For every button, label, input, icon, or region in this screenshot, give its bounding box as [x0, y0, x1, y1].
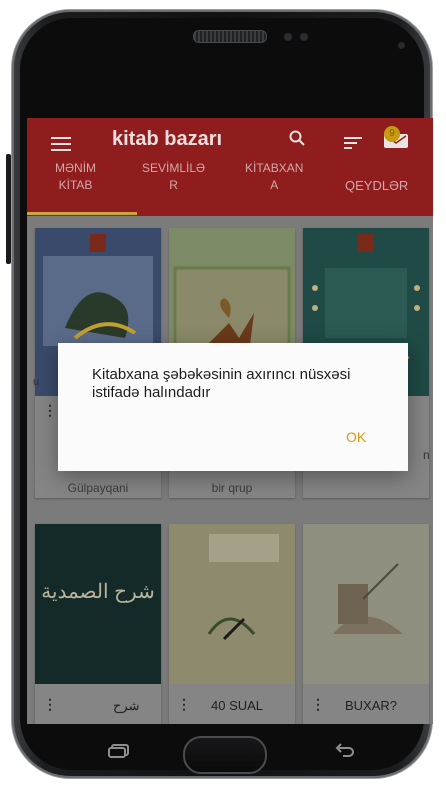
- sensor: [284, 33, 292, 41]
- book-caption: u: [33, 376, 40, 388]
- book-cover-title: شرح الصمدية: [41, 581, 155, 603]
- active-tab-indicator: [27, 212, 137, 215]
- dialog-message: Kitabxana şəbəkəsinin axırıncı nüsxəsi i…: [92, 366, 351, 401]
- tab-library[interactable]: KİTABXAN A: [245, 160, 303, 194]
- home-button[interactable]: [183, 736, 267, 774]
- more-icon[interactable]: ⋮: [311, 696, 325, 713]
- earpiece-speaker: [193, 30, 267, 43]
- more-icon[interactable]: ⋮: [43, 402, 57, 419]
- tab-label: QEYDLƏR: [345, 178, 409, 193]
- book-title: شرح: [113, 698, 140, 713]
- tab-label: KİTABXAN A: [245, 161, 304, 192]
- menu-icon[interactable]: [51, 137, 71, 151]
- book-card[interactable]: ⋮ 40 SUAL: [169, 524, 295, 724]
- more-icon[interactable]: ⋮: [177, 696, 191, 713]
- ok-button[interactable]: OK: [346, 429, 366, 445]
- book-title: 40 SUAL: [211, 698, 264, 713]
- alert-dialog: Kitabxana şəbəkəsinin axırıncı nüsxəsi i…: [58, 343, 408, 471]
- app-title: kitab bazarı: [112, 128, 223, 150]
- tab-label: SEVİMLİLƏ R: [142, 161, 206, 192]
- book-cover: [169, 524, 295, 684]
- sort-icon[interactable]: [344, 137, 362, 149]
- tab-notes[interactable]: QEYDLƏR: [345, 177, 408, 194]
- tab-label: MƏNİM KİTAB: [55, 161, 97, 192]
- search-icon[interactable]: [289, 130, 305, 146]
- book-card[interactable]: شرح الصمدية ⋮ شرح: [35, 524, 161, 724]
- notification-badge: 9: [384, 126, 400, 142]
- front-camera: [398, 42, 405, 49]
- book-title: BUXAR?: [345, 698, 398, 713]
- back-icon[interactable]: [335, 742, 355, 760]
- tab-favorites[interactable]: SEVİMLİLƏ R: [142, 160, 205, 194]
- more-icon[interactable]: ⋮: [43, 696, 57, 713]
- app-bar: kitab bazarı 9 MƏNİM KİTAB SEVİMLİLƏ R K…: [27, 118, 433, 216]
- side-button: [6, 154, 11, 264]
- screen: kitab bazarı 9 MƏNİM KİTAB SEVİMLİLƏ R K…: [27, 118, 433, 724]
- sensor: [300, 33, 308, 41]
- book-card[interactable]: ⋮ BUXAR?: [303, 524, 429, 724]
- recent-apps-icon[interactable]: [108, 744, 130, 758]
- book-caption: n: [423, 448, 430, 462]
- book-caption: Gülpayqani: [67, 481, 129, 495]
- book-cover: [35, 524, 161, 684]
- book-caption: bir qrup: [211, 481, 253, 495]
- tab-my-books[interactable]: MƏNİM KİTAB: [55, 160, 96, 194]
- book-cover: [303, 524, 429, 684]
